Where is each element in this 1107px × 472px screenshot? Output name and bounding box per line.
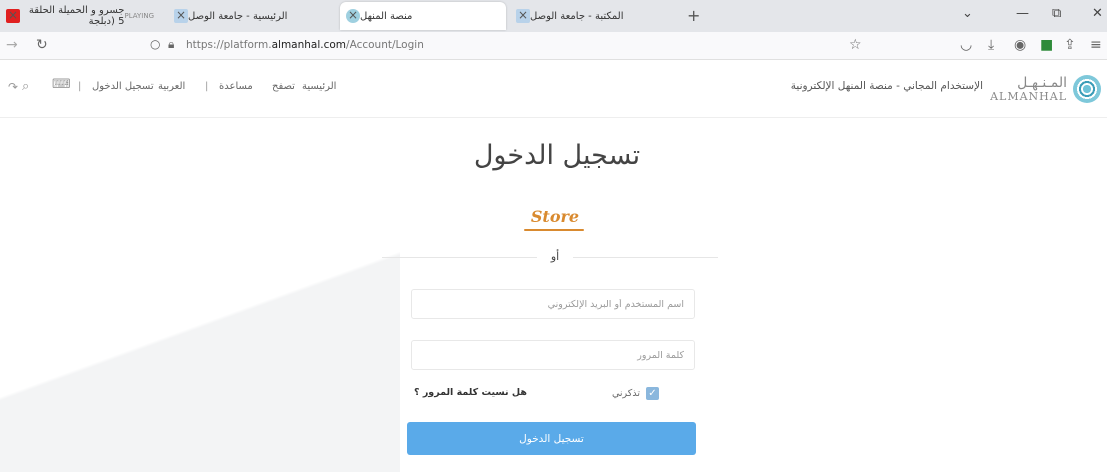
remember-me-checkbox[interactable]: ✓: [645, 387, 659, 400]
nav-login[interactable]: تسجيل الدخول: [92, 81, 154, 92]
shield-icon[interactable]: ○: [150, 37, 160, 51]
almanhal-logo[interactable]: المـنـهـل ALMANHAL: [989, 75, 1101, 105]
store-underline: [524, 229, 584, 231]
site-header: ↷ ⌕ | ⌨ تسجيل الدخول العربية | مساعدة تص…: [0, 60, 1107, 118]
nav-help[interactable]: مساعدة: [219, 81, 253, 92]
logo-text-english: ALMANHAL: [990, 90, 1067, 103]
store-login-link[interactable]: Store: [520, 207, 590, 226]
close-tab-icon[interactable]: ×: [176, 8, 186, 22]
forward-icon[interactable]: →: [6, 37, 18, 53]
remember-me[interactable]: ✓ تذكرني: [612, 387, 659, 400]
username-input[interactable]: [411, 289, 695, 319]
nav-language[interactable]: العربية: [158, 81, 185, 92]
nav-separator: |: [78, 81, 82, 92]
page-title: تسجيل الدخول: [473, 140, 641, 171]
background-shape: [0, 250, 400, 472]
restore-icon[interactable]: ⧉: [1052, 6, 1061, 21]
browser-tab-strip: × PLAYING جسرو و الحميلة الحلقة 5 (دبلجة…: [0, 0, 1107, 32]
password-input[interactable]: [411, 340, 695, 370]
close-tab-icon[interactable]: ×: [348, 8, 358, 22]
bookmark-star-icon[interactable]: ☆: [849, 37, 862, 53]
pocket-icon[interactable]: ◡: [960, 37, 972, 53]
almanhal-logo-icon: [1073, 75, 1101, 103]
url-prefix: https://platform.: [186, 39, 272, 51]
tab-playing-label: PLAYING: [124, 12, 154, 20]
tab-almanhal[interactable]: × منصة المنهل: [340, 2, 506, 30]
tab-label: الرئيسية - جامعة الوصل: [188, 10, 288, 22]
reload-icon[interactable]: ↻: [36, 37, 48, 53]
remember-me-label: تذكرني: [612, 388, 640, 399]
login-button[interactable]: تسجيل الدخول: [407, 422, 696, 455]
search-icon[interactable]: ⌕: [22, 79, 29, 94]
logo-text-arabic: المـنـهـل: [1017, 75, 1067, 91]
site-tagline: الإستخدام المجاني - منصة المنهل الإلكترو…: [790, 80, 983, 92]
tab-list-chevron-icon[interactable]: ⌄: [962, 6, 973, 21]
tab-drama[interactable]: × PLAYING جسرو و الحميلة الحلقة 5 (دبلجة: [0, 2, 166, 30]
menu-icon[interactable]: ≡: [1090, 37, 1102, 53]
address-bar[interactable]: https://platform.almanhal.com/Account/Lo…: [186, 39, 424, 51]
lock-icon[interactable]: 🔒︎: [168, 37, 174, 52]
or-divider-label: أو: [537, 250, 573, 263]
browser-toolbar: → ↻ ○ 🔒︎ https://platform.almanhal.com/A…: [0, 32, 1107, 60]
new-tab-button[interactable]: +: [687, 6, 700, 25]
account-icon[interactable]: ◉: [1014, 37, 1026, 53]
nav-separator: |: [205, 81, 209, 92]
url-domain: almanhal.com: [271, 39, 347, 51]
tab-label: جسرو و الحميلة الحلقة 5 (دبلجة: [28, 5, 125, 27]
nav-home[interactable]: الرئيسية: [302, 81, 336, 92]
keyboard-icon[interactable]: ⌨: [52, 77, 71, 92]
tab-label: المكتبة - جامعة الوصل: [530, 10, 624, 22]
tab-alwasl-library[interactable]: × المكتبة - جامعة الوصل: [510, 2, 680, 30]
close-tab-icon[interactable]: ×: [518, 8, 528, 22]
tab-alwasl-home[interactable]: × الرئيسية - جامعة الوصل: [168, 2, 336, 30]
minimize-icon[interactable]: —: [1016, 6, 1029, 21]
share-arrow-icon[interactable]: ↷: [8, 80, 18, 94]
share-icon[interactable]: ⇪: [1064, 37, 1076, 53]
extension-icon[interactable]: ■: [1040, 37, 1053, 53]
window-close-icon[interactable]: ✕: [1092, 6, 1103, 21]
nav-browse[interactable]: تصفح: [272, 81, 295, 92]
url-path: /Account/Login: [346, 39, 424, 51]
downloads-icon[interactable]: ⤓: [988, 37, 994, 53]
forgot-password-link[interactable]: هل نسيت كلمة المرور ؟: [414, 387, 527, 398]
tab-label: منصة المنهل: [360, 10, 413, 22]
close-tab-icon[interactable]: ×: [8, 8, 18, 22]
